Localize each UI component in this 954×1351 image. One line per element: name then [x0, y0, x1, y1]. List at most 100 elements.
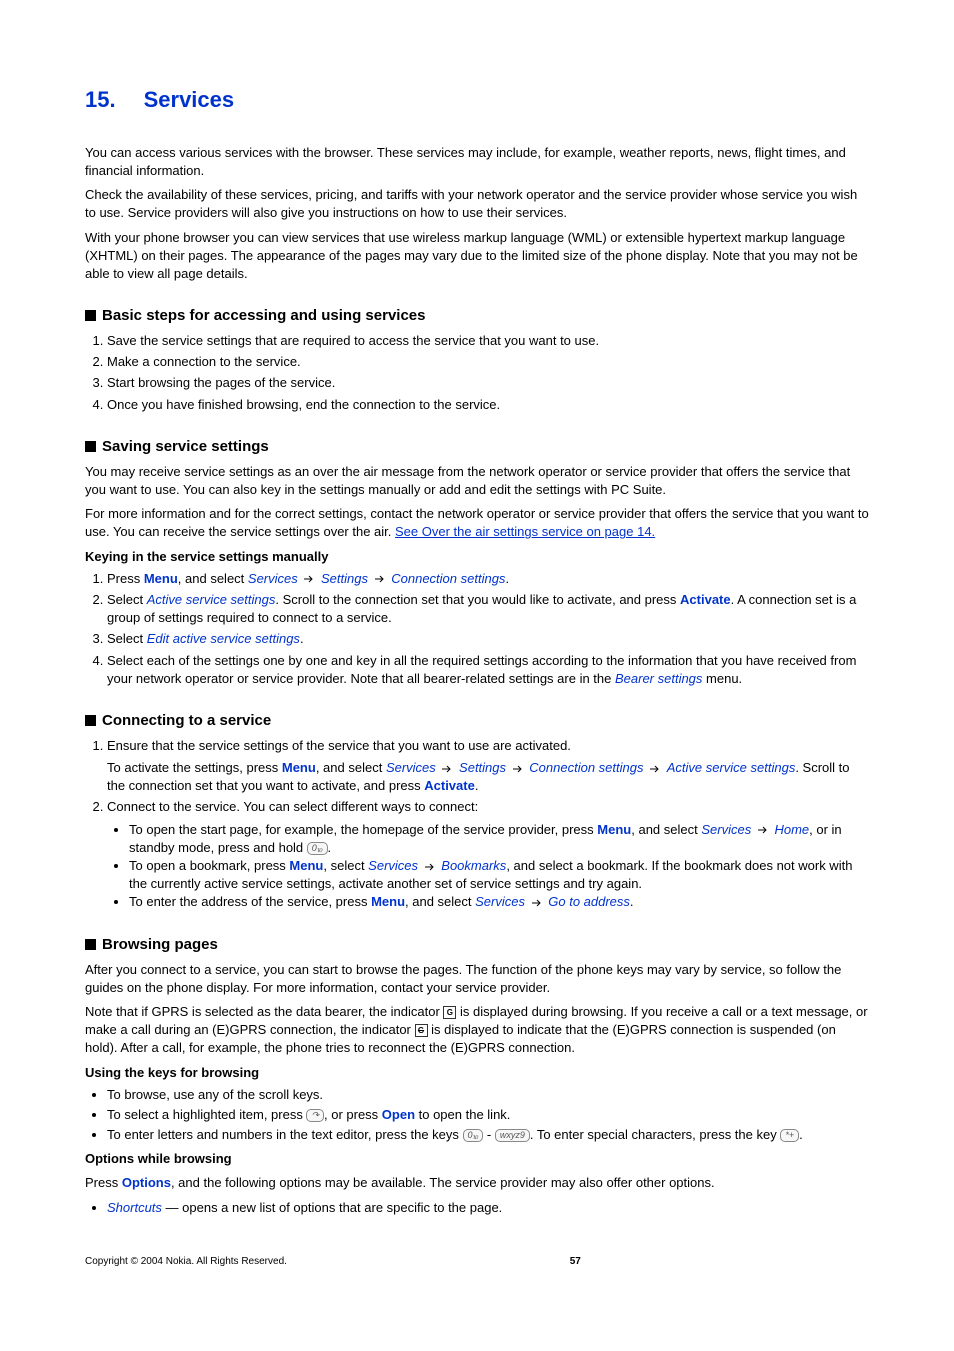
text-run: To select a highlighted item, press — [107, 1107, 306, 1122]
ota-settings-link[interactable]: See Over the air settings service on pag… — [395, 524, 655, 539]
section-title: Basic steps for accessing and using serv… — [102, 307, 425, 324]
intro-p3: With your phone browser you can view ser… — [85, 229, 869, 284]
text-run: . — [475, 778, 479, 793]
path-bookmarks: Bookmarks — [441, 858, 506, 873]
open-label: Open — [382, 1107, 415, 1122]
path-services: Services — [368, 858, 418, 873]
path-services: Services — [475, 894, 525, 909]
text-run: - — [483, 1127, 495, 1142]
arrow-icon — [374, 575, 386, 583]
intro-p1: You can access various services with the… — [85, 144, 869, 180]
list-item: Connect to the service. You can select d… — [107, 798, 869, 911]
section-title: Browsing pages — [102, 936, 218, 953]
section-marker-icon — [85, 715, 96, 726]
key-9-icon: wxyz9 — [495, 1129, 530, 1142]
section-title: Saving service settings — [102, 438, 269, 455]
list-item: To open the start page, for example, the… — [129, 821, 869, 857]
section-marker-icon — [85, 939, 96, 950]
list-item: Start browsing the pages of the service. — [107, 374, 869, 392]
text-run: , and select — [631, 822, 701, 837]
path-bearer-settings: Bearer settings — [615, 671, 702, 686]
menu-label: Menu — [289, 858, 323, 873]
list-item: To open a bookmark, press Menu, select S… — [129, 857, 869, 893]
section-basic-steps: Basic steps for accessing and using serv… — [85, 305, 869, 326]
text-run: Press — [85, 1175, 122, 1190]
text-run: To open the start page, for example, the… — [129, 822, 597, 837]
text-run: , and select — [178, 571, 248, 586]
using-keys-heading: Using the keys for browsing — [85, 1064, 869, 1082]
list-item: Select Active service settings. Scroll t… — [107, 591, 869, 627]
list-item: Select each of the settings one by one a… — [107, 652, 869, 688]
arrow-icon — [441, 765, 453, 773]
options-label: Options — [122, 1175, 171, 1190]
arrow-icon — [303, 575, 315, 583]
section-saving-settings: Saving service settings — [85, 436, 869, 457]
saving-p2: For more information and for the correct… — [85, 505, 869, 541]
list-item: Press Menu, and select Services Settings… — [107, 570, 869, 588]
path-services: Services — [386, 760, 436, 775]
path-settings: Settings — [321, 571, 368, 586]
path-conn-settings: Connection settings — [391, 571, 505, 586]
key-0-icon: 0⏨ — [307, 842, 328, 855]
text-run: To enter the address of the service, pre… — [129, 894, 371, 909]
page-footer: Copyright © 2004 Nokia. All Rights Reser… — [85, 1255, 869, 1269]
text-run: Press — [107, 571, 144, 586]
list-item: Save the service settings that are requi… — [107, 332, 869, 350]
text-run: , and select — [405, 894, 475, 909]
text-run: , select — [323, 858, 368, 873]
activate-label: Activate — [424, 778, 475, 793]
gprs-indicator-icon: G — [443, 1006, 456, 1019]
path-shortcuts: Shortcuts — [107, 1200, 162, 1215]
text-run: . — [799, 1127, 803, 1142]
list-item: Shortcuts — opens a new list of options … — [107, 1199, 869, 1217]
basic-steps-list: Save the service settings that are requi… — [85, 332, 869, 414]
keying-list: Press Menu, and select Services Settings… — [85, 570, 869, 688]
menu-label: Menu — [597, 822, 631, 837]
chapter-number: 15. — [85, 87, 116, 112]
list-item: Make a connection to the service. — [107, 353, 869, 371]
section-title: Connecting to a service — [102, 712, 271, 729]
list-item: Once you have finished browsing, end the… — [107, 396, 869, 414]
text-run: menu. — [702, 671, 742, 686]
path-active-service: Active service settings — [147, 592, 276, 607]
options-browsing-heading: Options while browsing — [85, 1150, 869, 1168]
text-run: . — [630, 894, 634, 909]
text-run: To activate the settings, press — [107, 760, 282, 775]
section-browsing: Browsing pages — [85, 934, 869, 955]
list-item: To enter letters and numbers in the text… — [107, 1126, 869, 1144]
text-run: . To enter special characters, press the… — [530, 1127, 781, 1142]
activate-note: To activate the settings, press Menu, an… — [107, 759, 869, 795]
path-services: Services — [248, 571, 298, 586]
path-services: Services — [701, 822, 751, 837]
text-run: Ensure that the service settings of the … — [107, 738, 571, 753]
menu-label: Menu — [144, 571, 178, 586]
text-run: . Scroll to the connection set that you … — [275, 592, 680, 607]
activate-label: Activate — [680, 592, 731, 607]
path-settings: Settings — [459, 760, 506, 775]
key-0-icon: 0⏨ — [463, 1129, 484, 1142]
chapter-name: Services — [144, 87, 235, 112]
star-key-icon: *+ — [780, 1129, 799, 1142]
arrow-icon — [757, 826, 769, 834]
text-run: Select — [107, 592, 147, 607]
path-edit-active: Edit active service settings — [147, 631, 300, 646]
text-run: . — [505, 571, 509, 586]
text-run: To enter letters and numbers in the text… — [107, 1127, 463, 1142]
path-goto-address: Go to address — [548, 894, 630, 909]
browsing-p1: After you connect to a service, you can … — [85, 961, 869, 997]
browsing-p2: Note that if GPRS is selected as the dat… — [85, 1003, 869, 1058]
text-run: — opens a new list of options that are s… — [162, 1200, 502, 1215]
gprs-suspended-indicator-icon: G — [415, 1024, 428, 1037]
list-item: Select Edit active service settings. — [107, 630, 869, 648]
text-run: . — [328, 840, 332, 855]
text-run: , and the following options may be avail… — [171, 1175, 715, 1190]
connecting-list: Ensure that the service settings of the … — [85, 737, 869, 912]
list-item: To enter the address of the service, pre… — [129, 893, 869, 911]
arrow-icon — [649, 765, 661, 773]
arrow-icon — [512, 765, 524, 773]
options-list: Shortcuts — opens a new list of options … — [85, 1199, 869, 1217]
list-item: To browse, use any of the scroll keys. — [107, 1086, 869, 1104]
path-home: Home — [774, 822, 809, 837]
text-run: . — [300, 631, 304, 646]
text-run: Connect to the service. You can select d… — [107, 799, 478, 814]
